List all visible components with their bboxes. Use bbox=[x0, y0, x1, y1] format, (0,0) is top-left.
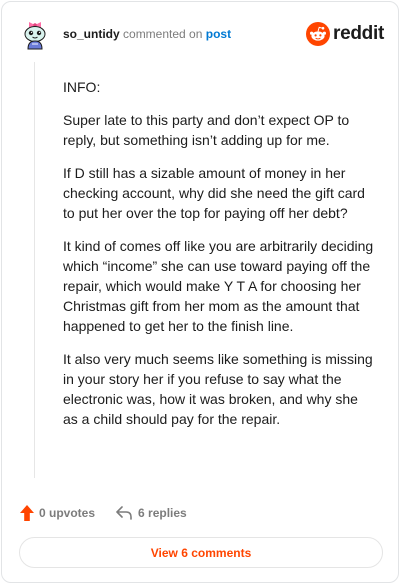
username-link[interactable]: so_untidy bbox=[63, 27, 120, 41]
commented-on-label: commented on bbox=[123, 27, 203, 41]
reddit-logo-icon bbox=[306, 22, 331, 46]
thread-line bbox=[34, 62, 35, 478]
reddit-wordmark: reddit bbox=[333, 23, 384, 44]
post-link[interactable]: post bbox=[206, 27, 231, 41]
comment-actions: 0 upvotes 6 replies bbox=[19, 502, 187, 524]
view-comments-button[interactable]: View 6 comments bbox=[19, 537, 383, 568]
comment-paragraph: It kind of comes off like you are arbitr… bbox=[63, 238, 374, 334]
comment-card: so_untidy commented on post reddit INFO:… bbox=[1, 1, 399, 583]
comment-header: so_untidy commented on post reddit bbox=[19, 16, 384, 56]
comment-body: INFO: Super late to this party and don’t… bbox=[63, 77, 375, 442]
upvote-button[interactable]: 0 upvotes bbox=[19, 504, 95, 522]
reply-arrow-icon bbox=[116, 506, 132, 520]
comment-paragraph: INFO: bbox=[63, 79, 101, 95]
avatar[interactable] bbox=[19, 18, 51, 50]
comment-meta: so_untidy commented on post bbox=[63, 27, 231, 41]
comment-paragraph: It also very much seems like something i… bbox=[63, 351, 373, 427]
upvote-arrow-icon bbox=[20, 505, 34, 521]
comment-paragraph: If D still has a sizable amount of money… bbox=[63, 165, 365, 221]
replies-button[interactable]: 6 replies bbox=[95, 505, 187, 521]
upvote-count: 0 upvotes bbox=[39, 506, 96, 520]
reddit-brand[interactable]: reddit bbox=[306, 21, 384, 47]
replies-count: 6 replies bbox=[138, 506, 187, 520]
comment-paragraph: Super late to this party and don’t expec… bbox=[63, 112, 350, 148]
